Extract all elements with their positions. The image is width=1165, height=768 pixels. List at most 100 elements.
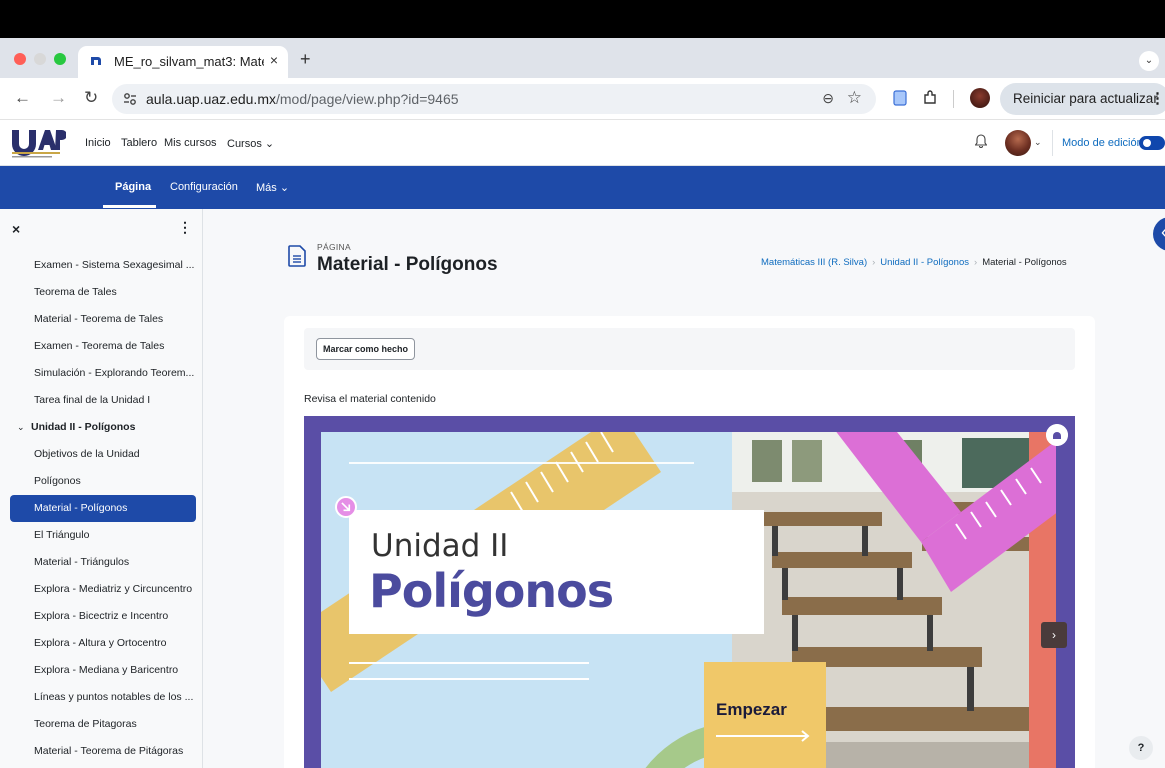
mark-as-done-button[interactable]: Marcar como hecho: [316, 338, 416, 360]
course-activity-item[interactable]: Explora - Mediatriz y Circuncentro: [0, 576, 202, 603]
breadcrumb-course[interactable]: Matemáticas III (R. Silva): [761, 257, 867, 268]
course-index-label: Explora - Mediatriz y Circuncentro: [34, 583, 193, 595]
course-activity-item[interactable]: Explora - Mediana y Baricentro: [0, 657, 202, 684]
back-button[interactable]: ←: [14, 88, 31, 108]
course-index-label: Explora - Altura y Ortocentro: [34, 637, 167, 649]
close-window-button[interactable]: [14, 53, 26, 65]
nav-tablero[interactable]: Tablero: [121, 137, 157, 149]
toolbar-divider: [953, 90, 954, 108]
tab-configuracion[interactable]: Configuración: [170, 181, 238, 193]
decorative-line: [349, 678, 589, 680]
reload-button[interactable]: ↻: [84, 88, 98, 108]
url-path: /mod/page/view.php?id=9465: [275, 91, 459, 107]
help-button[interactable]: ?: [1129, 736, 1153, 760]
course-index-label: Material - Polígonos: [34, 502, 128, 514]
course-activity-item[interactable]: Teorema de Tales: [0, 279, 202, 306]
site-settings-icon[interactable]: [122, 91, 138, 107]
extensions-puzzle-icon[interactable]: [922, 90, 938, 106]
course-activity-item[interactable]: Material - Teorema de Pitágoras: [0, 738, 202, 765]
activity-completion-bar: Marcar como hecho: [304, 328, 1075, 370]
course-activity-item[interactable]: Líneas y puntos notables de los ...: [0, 684, 202, 711]
header-divider: [1052, 130, 1053, 156]
new-tab-button[interactable]: +: [300, 49, 311, 70]
course-index-drawer: × ⋮ Examen - Sistema Sexagesimal ... Teor…: [0, 209, 203, 768]
open-block-drawer-button[interactable]: [1153, 217, 1165, 251]
main-region: PÁGINA Material - Polígonos Matemáticas …: [203, 209, 1165, 768]
course-section-item[interactable]: ⌄ Unidad II - Polígonos: [0, 414, 202, 441]
nav-inicio[interactable]: Inicio: [85, 137, 111, 149]
page-document-icon: [288, 245, 306, 267]
start-button-label: Empezar: [716, 700, 787, 719]
course-index-label: Explora - Mediana y Baricentro: [34, 664, 179, 676]
restart-update-button[interactable]: Reiniciar para actualizar ⋮: [1000, 83, 1165, 115]
tab-search-button[interactable]: ⌄: [1139, 51, 1159, 71]
course-activity-item[interactable]: Examen - Teorema de Tales: [0, 333, 202, 360]
course-index-label: Polígonos: [34, 475, 81, 487]
course-activity-item[interactable]: El Triángulo: [0, 522, 202, 549]
chevron-down-icon: ⌄: [279, 182, 290, 194]
url-host: aula.uap.uaz.edu.mx: [146, 91, 276, 107]
course-index-label: Material - Teorema de Pitágoras: [34, 745, 184, 757]
course-index-label: Líneas y puntos notables de los ...: [34, 691, 194, 703]
course-index-label: Objetivos de la Unidad: [34, 448, 140, 460]
user-avatar[interactable]: [1005, 130, 1031, 156]
browser-menu-icon[interactable]: ⋮: [1150, 89, 1165, 107]
edit-mode-toggle[interactable]: [1139, 136, 1165, 150]
course-activity-item[interactable]: Material - Teorema de Tales: [0, 306, 202, 333]
close-drawer-icon[interactable]: ×: [12, 221, 20, 237]
tab-mas-label: Más: [256, 182, 277, 194]
tab-mas[interactable]: Más ⌄: [256, 181, 289, 194]
course-index-label: Examen - Sistema Sexagesimal ...: [34, 259, 195, 271]
minimize-window-button[interactable]: [34, 53, 46, 65]
slide-unit-label: Unidad II: [371, 528, 509, 564]
course-activity-item[interactable]: Explora - Altura y Ortocentro: [0, 630, 202, 657]
h5p-presentation[interactable]: Unidad II Polígonos Empezar ›: [304, 416, 1075, 768]
course-index-label: Explora - Bicectriz e Incentro: [34, 610, 169, 622]
secondary-navigation: Página Configuración Más ⌄: [0, 166, 1165, 209]
active-tab-underline: [103, 205, 156, 208]
notifications-bell-icon[interactable]: [975, 134, 987, 148]
bookmark-star-icon[interactable]: ☆: [847, 88, 862, 108]
tab-close-icon[interactable]: ×: [270, 52, 278, 68]
tab-pagina[interactable]: Página: [115, 181, 151, 193]
course-activity-item[interactable]: Material - Polígonos: [10, 495, 196, 522]
course-activity-item[interactable]: Tarea final de la Unidad I: [0, 387, 202, 414]
nav-mis-cursos[interactable]: Mis cursos: [164, 137, 217, 149]
url-text: aula.uap.uaz.edu.mx/mod/page/view.php?id…: [146, 91, 459, 107]
page-content-card: Marcar como hecho Revisa el material con…: [284, 316, 1095, 768]
reading-list-icon[interactable]: [893, 90, 907, 106]
address-bar[interactable]: aula.uap.uaz.edu.mx/mod/page/view.php?id…: [112, 84, 876, 114]
course-activity-item[interactable]: Polígonos: [0, 468, 202, 495]
drawer-options-icon[interactable]: ⋮: [178, 219, 192, 236]
zoom-icon[interactable]: ⊖: [822, 90, 834, 107]
course-activity-item[interactable]: Examen - Sistema Sexagesimal ...: [0, 252, 202, 279]
breadcrumb: Matemáticas III (R. Silva) › Unidad II - P…: [761, 257, 1067, 268]
course-index-label: Material - Teorema de Tales: [34, 313, 164, 325]
course-index-label: Tarea final de la Unidad I: [34, 394, 151, 406]
next-slide-button[interactable]: ›: [1041, 622, 1067, 648]
nav-cursos[interactable]: Cursos ⌄: [227, 137, 274, 150]
breadcrumb-section[interactable]: Unidad II - Polígonos: [880, 257, 969, 268]
arrow-right-icon: [716, 730, 810, 742]
course-activity-item[interactable]: Simulación - Explorando Teorem...: [0, 360, 202, 387]
user-menu-chevron-icon[interactable]: ⌄: [1034, 137, 1042, 148]
activity-type-label: PÁGINA: [317, 242, 351, 252]
course-activity-item[interactable]: Material - Triángulos: [0, 549, 202, 576]
course-index-label: Unidad II - Polígonos: [31, 421, 136, 433]
uap-logo[interactable]: [10, 126, 66, 160]
decorative-line: [349, 462, 694, 464]
chevron-down-icon[interactable]: ⌄: [17, 414, 31, 441]
forward-button[interactable]: →: [50, 88, 67, 108]
course-activity-item[interactable]: Teorema de Pitagoras: [0, 711, 202, 738]
h5p-reuse-icon[interactable]: [1046, 424, 1068, 446]
maximize-window-button[interactable]: [54, 53, 66, 65]
screen-top-bar: [0, 0, 1165, 38]
start-button[interactable]: Empezar: [704, 662, 826, 768]
decorative-line: [349, 662, 589, 664]
course-activity-item[interactable]: Objetivos de la Unidad: [0, 441, 202, 468]
intro-text: Revisa el material contenido: [304, 393, 436, 405]
browser-profile-avatar[interactable]: [970, 88, 990, 108]
course-activity-item[interactable]: Explora - Bicectriz e Incentro: [0, 603, 202, 630]
browser-tab[interactable]: ME_ro_silvam_mat3: Material ×: [78, 46, 288, 78]
slide-canvas: Unidad II Polígonos Empezar: [321, 432, 1056, 768]
